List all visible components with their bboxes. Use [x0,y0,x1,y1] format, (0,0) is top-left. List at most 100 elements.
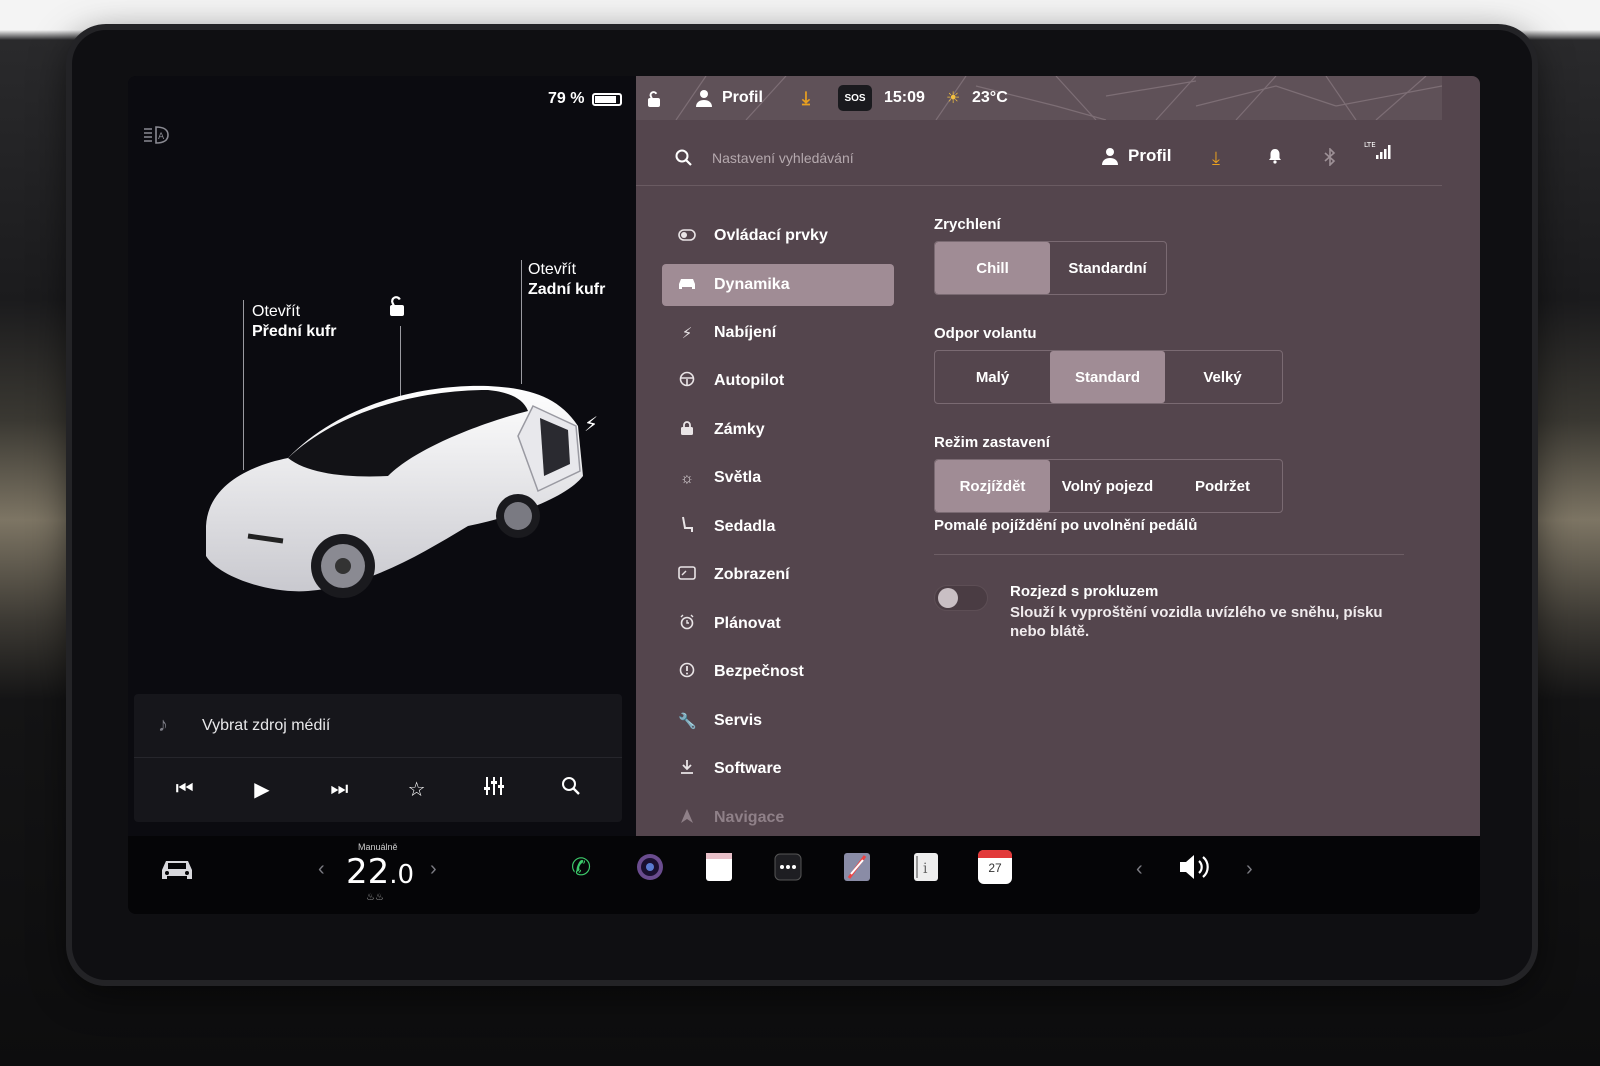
rear-trunk-label: Zadní kufr [528,281,606,298]
bluetooth-icon[interactable] [1324,147,1336,171]
notes-icon[interactable] [702,850,736,884]
stopping-mode-selector: Rozjíždět Volný pojezd Podržet [934,459,1283,513]
volume-decrease-chevron-icon[interactable]: ‹ [1136,858,1143,881]
download-icon [678,759,696,779]
alarm-clock-icon [678,614,696,634]
front-trunk-button[interactable]: Otevřít Přední kufr [252,302,336,342]
menu-item-bezpečnost[interactable]: Bezpečnost [662,648,894,697]
rear-trunk-button[interactable]: Otevřít Zadní kufr [528,260,605,300]
stopping-mode-hint: Pomalé pojíždění po uvolnění pedálů [934,517,1198,534]
battery-icon [592,92,623,106]
media-controls: ⏮ ▶ ⏭ ☆ [134,758,622,820]
volume-icon[interactable] [1176,852,1216,882]
acceleration-selector: Chill Standardní [934,241,1167,295]
media-player: ♪ Vybrat zdroj médií ⏮ ▶ ⏭ ☆ [134,694,622,822]
more-apps-icon[interactable] [771,850,805,884]
menu-item-světla[interactable]: ☼ Světla [662,454,894,503]
profile-button[interactable]: Profil [1102,146,1171,166]
acceleration-option-1[interactable]: Standardní [1050,242,1165,294]
cabin-temperature[interactable]: 22.0 [346,852,414,892]
menu-item-sedadla[interactable]: Sedadla [662,503,894,552]
menu-item-label: Dynamika [714,275,790,293]
temp-decrease-chevron-icon[interactable]: ‹ [318,858,325,881]
steering-option-2[interactable]: Velký [1165,351,1280,403]
menu-item-label: Plánovat [714,614,781,632]
music-note-icon: ♪ [158,714,168,736]
search-input[interactable]: Nastavení vyhledávání [712,150,854,166]
menu-item-label: Bezpečnost [714,663,804,681]
software-download-icon[interactable]: ⤓ [1212,148,1220,169]
menu-item-ovládací-prvky[interactable]: Ovládací prvky [662,212,894,261]
stopping-mode-title: Režim zastavení [934,434,1050,451]
owners-manual-icon[interactable]: i [909,850,943,884]
menu-item-nabíjení[interactable]: ⚡ Nabíjení [662,309,894,358]
unlocked-icon[interactable] [646,90,662,113]
next-track-icon[interactable]: ⏭ [319,778,359,801]
car-icon [678,276,696,294]
menu-item-label: Zobrazení [714,566,790,584]
acceleration-title: Zrychlení [934,216,1001,233]
settings-panel: Profil ⤓ SOS 15:09 ☀ 23°C Nastavení vyhl… [636,76,1480,836]
status-profile-label: Profil [722,89,763,106]
notification-bell-icon[interactable] [1268,148,1282,169]
sos-button[interactable]: SOS [838,85,872,111]
menu-item-servis[interactable]: 🔧 Servis [662,697,894,746]
sos-label: SOS [844,92,866,104]
settings-menu: Ovládací prvky Dynamika ⚡ Nabíjení Autopilot… [662,212,894,842]
battery-indicator: 79 % [548,90,623,108]
equalizer-icon[interactable] [474,776,514,802]
menu-item-zámky[interactable]: Zámky [662,406,894,455]
temp-increase-chevron-icon[interactable]: › [430,858,437,881]
auto-headlights-icon[interactable]: A [142,124,174,148]
temp-decimal: .0 [389,860,415,890]
svg-text:LTE: LTE [1364,141,1376,149]
menu-item-software[interactable]: Software [662,745,894,794]
steering-selector: Malý Standard Velký [934,350,1283,404]
play-icon[interactable]: ▶ [242,777,282,802]
slip-start-title: Rozjezd s prokluzem [1010,583,1159,600]
menu-item-autopilot[interactable]: Autopilot [662,357,894,406]
steering-option-0[interactable]: Malý [935,351,1050,403]
svg-text:i: i [923,861,928,877]
slip-start-toggle[interactable] [934,585,988,611]
acceleration-option-0[interactable]: Chill [935,242,1050,294]
stopping-option-2[interactable]: Podržet [1165,460,1280,512]
camera-icon[interactable] [633,850,667,884]
navigation-map-icon[interactable] [840,850,874,884]
search-icon[interactable] [674,148,694,168]
steering-option-1[interactable]: Standard [1050,351,1165,403]
menu-item-dynamika[interactable]: Dynamika [662,263,894,306]
lte-signal-icon: LTE [1364,140,1394,167]
alert-icon [678,662,696,682]
car-icon[interactable] [158,854,196,884]
unlock-icon[interactable] [386,294,408,318]
sun-icon: ☼ [680,469,694,487]
volume-increase-chevron-icon[interactable]: › [1246,858,1253,881]
menu-item-zobrazení[interactable]: Zobrazení [662,551,894,600]
previous-track-icon[interactable]: ⏮ [165,778,205,801]
menu-item-label: Sedadla [714,517,776,535]
display-icon [678,566,696,584]
stopping-option-0[interactable]: Rozjíždět [935,460,1050,512]
front-trunk-label: Přední kufr [252,323,337,340]
svg-text:A: A [158,132,165,142]
status-profile[interactable]: Profil [696,89,763,107]
search-icon[interactable] [551,776,591,802]
media-source-selector[interactable]: ♪ Vybrat zdroj médií [134,694,622,758]
climate-mode-label: Manuálně [358,842,398,852]
phone-icon[interactable]: ✆ [564,850,598,884]
slip-start-description: Slouží k vyproštění vozidla uvízlého ve … [1010,604,1383,640]
navigation-icon [678,808,696,828]
menu-item-navigace[interactable]: Navigace [662,794,894,843]
profile-icon [1102,148,1118,165]
calendar-icon[interactable]: 27 [978,850,1012,884]
favorite-star-icon[interactable]: ☆ [397,777,437,802]
menu-item-label: Servis [714,711,763,729]
seat-heater-icon[interactable]: ♨♨ [366,892,384,903]
stopping-option-1[interactable]: Volný pojezd [1050,460,1165,512]
vehicle-panel: A 79 % Otevřít Přední kufr Otevřít Zadní… [128,76,648,836]
dynamics-settings: Zrychlení Chill Standardní Odpor volantu … [934,216,1404,641]
menu-item-plánovat[interactable]: Plánovat [662,600,894,649]
download-icon[interactable]: ⤓ [802,88,810,109]
status-temperature: 23°C [972,89,1008,106]
